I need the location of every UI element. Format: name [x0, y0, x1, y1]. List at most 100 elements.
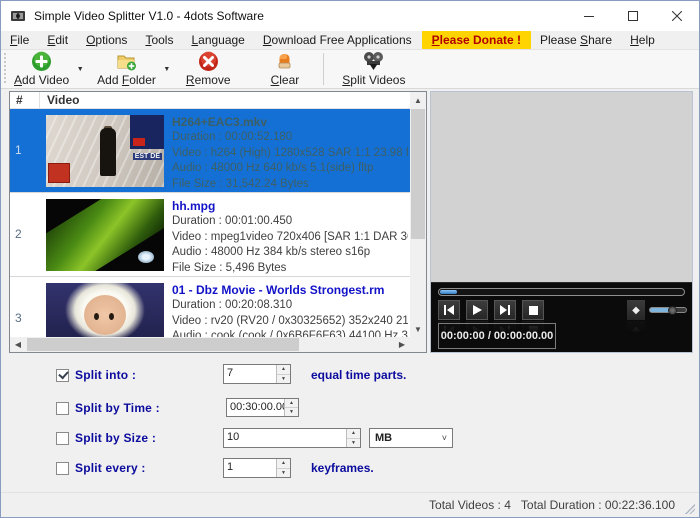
video-filename: H264+EAC3.mkv — [172, 115, 408, 130]
size-unit-dropdown[interactable]: MB ˅ — [369, 428, 453, 448]
add-folder-dropdown-arrow[interactable]: ▼ — [162, 52, 172, 86]
minimize-button[interactable] — [567, 1, 611, 31]
menu-edit[interactable]: Edit — [38, 31, 77, 49]
video-info: hh.mpg Duration : 00:01:00.450 Video : m… — [172, 199, 408, 275]
horizontal-scroll-thumb[interactable] — [27, 338, 299, 351]
menubar: File Edit Options Tools Language Downloa… — [1, 31, 699, 49]
scroll-left-arrow[interactable]: ◀ — [10, 337, 26, 352]
video-row-1[interactable]: 1 EST DE H264+EAC3.mkv Duration : 00:00:… — [10, 109, 410, 193]
column-header-video[interactable]: Video — [40, 92, 79, 108]
add-folder-button[interactable]: Add Folder — [91, 50, 162, 88]
menu-options[interactable]: Options — [77, 31, 136, 49]
maximize-button[interactable] — [611, 1, 655, 31]
total-videos-status: Total Videos : 4 — [429, 498, 511, 512]
menu-tools[interactable]: Tools — [136, 31, 182, 49]
spin-up-arrow[interactable]: ▲ — [277, 365, 290, 375]
split-by-size-row: Split by Size : — [56, 431, 156, 445]
resize-grip[interactable] — [685, 504, 695, 514]
scroll-down-arrow[interactable]: ▼ — [410, 321, 426, 337]
split-every-checkbox[interactable] — [56, 462, 69, 475]
spin-up-arrow[interactable]: ▲ — [285, 399, 298, 408]
spin-down-arrow[interactable]: ▼ — [285, 408, 298, 416]
add-icon — [31, 51, 52, 72]
content-area: # Video 1 EST DE H264+EAC3.mkv Duration … — [1, 90, 699, 491]
audio-codec: Audio : 48000 Hz 640 kb/s 5.1(side) fltp — [172, 161, 408, 176]
row-number: 2 — [15, 227, 39, 241]
row-number: 1 — [15, 143, 39, 157]
spin-up-arrow[interactable]: ▲ — [347, 429, 360, 439]
remove-button[interactable]: Remove — [180, 50, 237, 88]
row-number: 3 — [15, 311, 39, 325]
split-by-size-checkbox[interactable] — [56, 432, 69, 445]
split-every-spinner[interactable]: 1 ▲▼ — [223, 458, 291, 478]
list-header: # Video — [10, 92, 410, 109]
close-button[interactable] — [655, 1, 699, 31]
video-row-2[interactable]: 2 hh.mpg Duration : 00:01:00.450 Video :… — [10, 193, 410, 277]
app-window: Simple Video Splitter V1.0 - 4dots Softw… — [0, 0, 700, 518]
scroll-up-arrow[interactable]: ▲ — [410, 92, 426, 108]
split-by-size-spinner[interactable]: 10 ▲▼ — [223, 428, 361, 448]
video-display-area — [431, 92, 692, 282]
spin-down-arrow[interactable]: ▼ — [347, 439, 360, 448]
split-by-size-label: Split by Size : — [75, 431, 156, 445]
menu-download-free-applications[interactable]: Download Free Applications — [254, 31, 421, 49]
video-thumbnail — [46, 283, 164, 338]
seek-bar[interactable] — [438, 288, 685, 296]
scrollbar-corner — [410, 337, 426, 352]
next-frame-icon — [500, 305, 510, 315]
audio-codec: Audio : 48000 Hz 384 kb/s stereo s16p — [172, 245, 408, 260]
video-thumbnail: EST DE — [46, 115, 164, 187]
menu-please-donate[interactable]: Please Donate ! — [422, 31, 531, 49]
window-title: Simple Video Splitter V1.0 - 4dots Softw… — [34, 9, 264, 23]
split-by-time-checkbox[interactable] — [56, 402, 69, 415]
toolbar-separator — [323, 53, 324, 85]
vertical-scrollbar[interactable]: ▲ ▼ — [410, 92, 426, 337]
list-rows: 1 EST DE H264+EAC3.mkv Duration : 00:00:… — [10, 109, 410, 338]
menu-file[interactable]: File — [1, 31, 38, 49]
add-video-button[interactable]: Add Video — [8, 50, 75, 88]
split-every-row: Split every : — [56, 461, 146, 475]
menu-help[interactable]: Help — [621, 31, 664, 49]
video-codec: Video : rv20 (RV20 / 0x30325652) 352x240… — [172, 314, 408, 329]
next-frame-button[interactable] — [494, 300, 516, 320]
vertical-scroll-thumb[interactable] — [411, 109, 425, 239]
time-display: 00:00:00 / 00:00:00.00 — [438, 323, 556, 349]
spin-down-arrow[interactable]: ▼ — [277, 469, 290, 478]
equal-time-parts-label: equal time parts. — [311, 368, 406, 382]
volume-icon: ◆ — [632, 305, 640, 316]
video-row-3[interactable]: 3 01 - Dbz Movie - Worlds Strongest.rm D… — [10, 277, 410, 338]
previous-frame-button[interactable] — [438, 300, 460, 320]
split-into-spinner[interactable]: 7 ▲▼ — [223, 364, 291, 384]
split-videos-button[interactable]: Split Videos — [336, 50, 411, 88]
folder-add-icon — [116, 51, 137, 72]
split-into-label: Split into : — [75, 368, 136, 382]
play-icon — [473, 305, 482, 315]
play-button[interactable] — [466, 300, 488, 320]
split-videos-icon — [363, 51, 384, 72]
split-by-time-spinner[interactable]: 00:30:00.000 ▲▼ — [226, 398, 299, 417]
add-video-dropdown-arrow[interactable]: ▼ — [75, 52, 85, 86]
split-into-checkbox[interactable] — [56, 369, 69, 382]
video-duration: Duration : 00:00:52.180 — [172, 130, 408, 145]
clear-button[interactable]: Clear — [265, 50, 306, 88]
split-by-time-label: Split by Time : — [75, 401, 160, 415]
volume-slider[interactable] — [649, 307, 687, 313]
video-filename: 01 - Dbz Movie - Worlds Strongest.rm — [172, 283, 408, 298]
toolbar: Add Video ▼ Add Folder ▼ Remove — [1, 49, 699, 89]
spin-up-arrow[interactable]: ▲ — [277, 459, 290, 469]
mute-button[interactable]: ◆ — [627, 300, 645, 320]
player-controls: ◆ 00:00:00 / 00:00:00.00 — [431, 282, 692, 352]
stop-icon — [529, 306, 538, 315]
split-options: Split into : 7 ▲▼ equal time parts. Spli… — [1, 355, 699, 491]
column-header-number[interactable]: # — [10, 92, 40, 108]
split-every-label: Split every : — [75, 461, 146, 475]
stop-button[interactable] — [522, 300, 544, 320]
horizontal-scrollbar[interactable]: ◀ ▶ — [10, 337, 410, 352]
seek-thumb[interactable] — [440, 290, 457, 294]
spin-down-arrow[interactable]: ▼ — [277, 375, 290, 384]
menu-language[interactable]: Language — [182, 31, 253, 49]
menu-please-share[interactable]: Please Share — [531, 31, 621, 49]
volume-thumb[interactable] — [668, 306, 677, 315]
keyframes-label: keyframes. — [311, 461, 374, 475]
scroll-right-arrow[interactable]: ▶ — [394, 337, 410, 352]
